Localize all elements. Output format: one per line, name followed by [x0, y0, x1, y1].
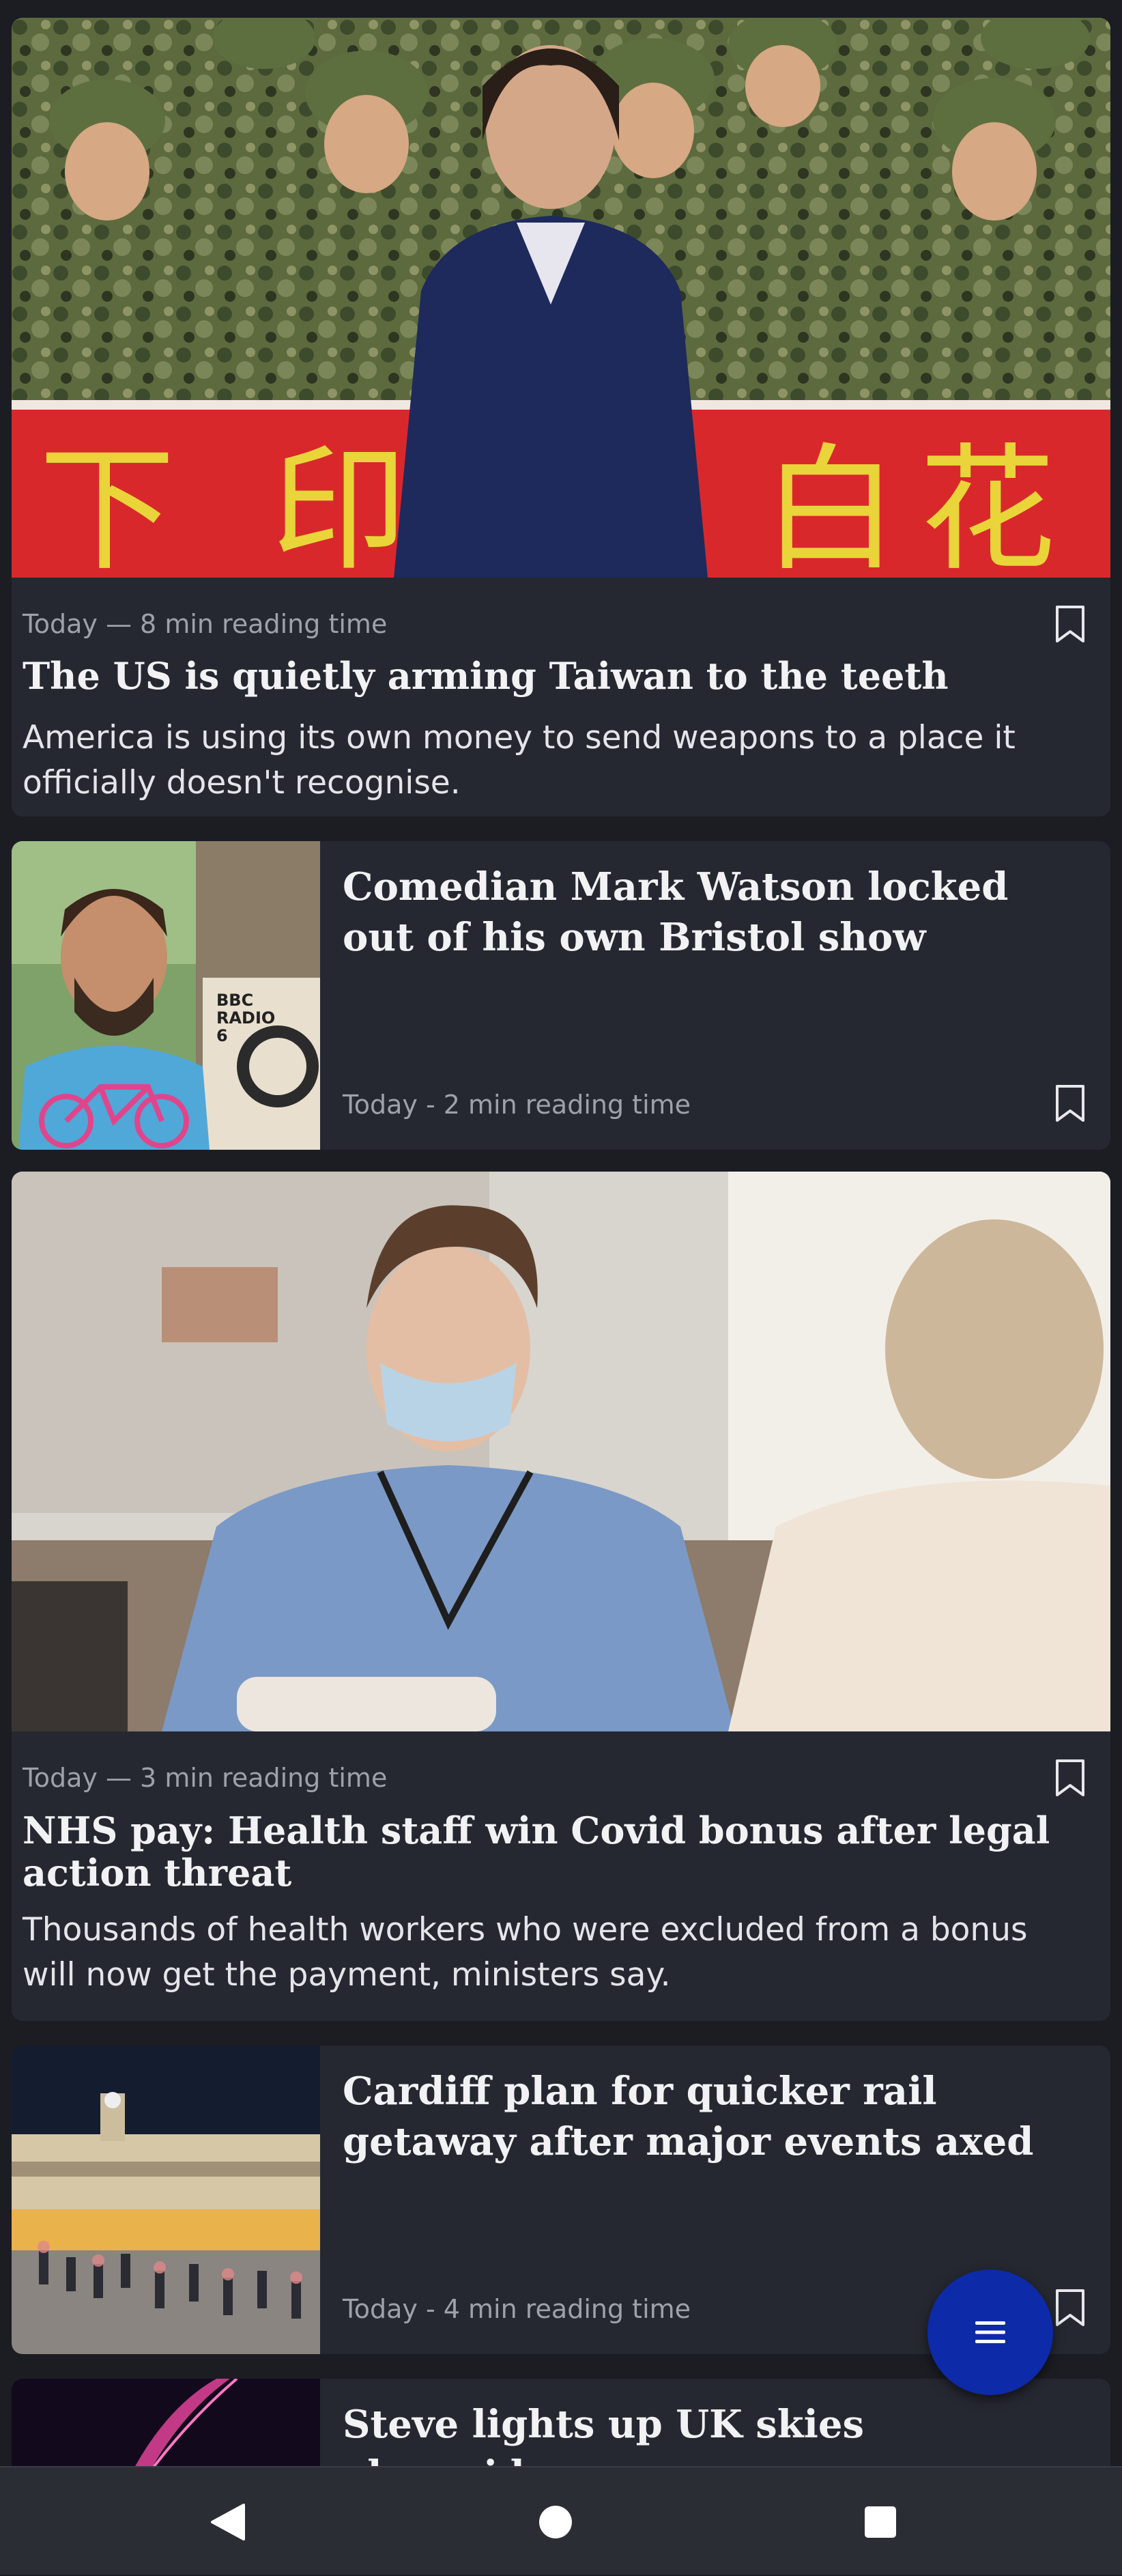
article-image — [12, 1172, 1110, 1731]
thumbnail-caption: BBC RADIO 6 — [216, 991, 276, 1045]
bookmark-icon[interactable] — [1054, 1084, 1086, 1122]
svg-text:下: 下 — [39, 431, 175, 578]
article-meta: Today - 4 min reading time — [343, 2294, 691, 2324]
menu-icon — [975, 2321, 1005, 2343]
system-navigation-bar — [0, 2466, 1122, 2575]
svg-text:印: 印 — [271, 431, 407, 578]
news-feed[interactable]: 下 印 白 花 Today — 8 min reading time The U… — [0, 0, 1122, 2466]
recents-button[interactable] — [833, 2467, 928, 2576]
article-meta: Today — 3 min reading time — [23, 1763, 388, 1793]
article-title[interactable]: The US is quietly arming Taiwan to the t… — [23, 654, 1087, 698]
article-description: America is using its own money to send w… — [23, 719, 1016, 802]
article-thumbnail: BBC RADIO 6 — [12, 841, 320, 1150]
bookmark-icon[interactable] — [1054, 1759, 1086, 1797]
article-card[interactable]: Steve lights up UK skies alongside — [12, 2379, 1110, 2466]
bookmark-icon[interactable] — [1054, 2289, 1086, 2327]
article-title[interactable]: Cardiff plan for quicker rail getaway af… — [343, 2066, 1066, 2167]
back-button[interactable] — [180, 2467, 276, 2576]
article-title[interactable]: Steve lights up UK skies alongside — [343, 2399, 1066, 2466]
article-description: Thousands of health workers who were exc… — [23, 1911, 1028, 1994]
article-title[interactable]: Comedian Mark Watson locked out of his o… — [343, 862, 1066, 963]
recents-square-icon — [865, 2506, 896, 2538]
article-card[interactable]: 下 印 白 花 Today — 8 min reading time The U… — [12, 18, 1110, 817]
article-card[interactable]: Today — 3 min reading time NHS pay: Heal… — [12, 1172, 1110, 2021]
svg-text:花: 花 — [919, 431, 1056, 578]
article-image: 下 印 白 花 — [12, 18, 1110, 578]
menu-fab-button[interactable] — [927, 2269, 1053, 2395]
svg-text:白: 白 — [762, 431, 899, 578]
article-title[interactable]: NHS pay: Health staff win Covid bonus af… — [23, 1809, 1087, 1894]
home-circle-icon — [539, 2505, 572, 2538]
article-meta: Today — 8 min reading time — [23, 609, 388, 639]
article-thumbnail — [12, 2046, 320, 2354]
bookmark-icon[interactable] — [1054, 605, 1086, 643]
article-thumbnail — [12, 2379, 320, 2466]
home-button[interactable] — [508, 2467, 603, 2576]
article-card[interactable]: BBC RADIO 6 Comedian Mark Watson locked … — [12, 841, 1110, 1150]
article-meta: Today - 2 min reading time — [343, 1090, 691, 1120]
back-triangle-icon — [211, 2503, 245, 2540]
